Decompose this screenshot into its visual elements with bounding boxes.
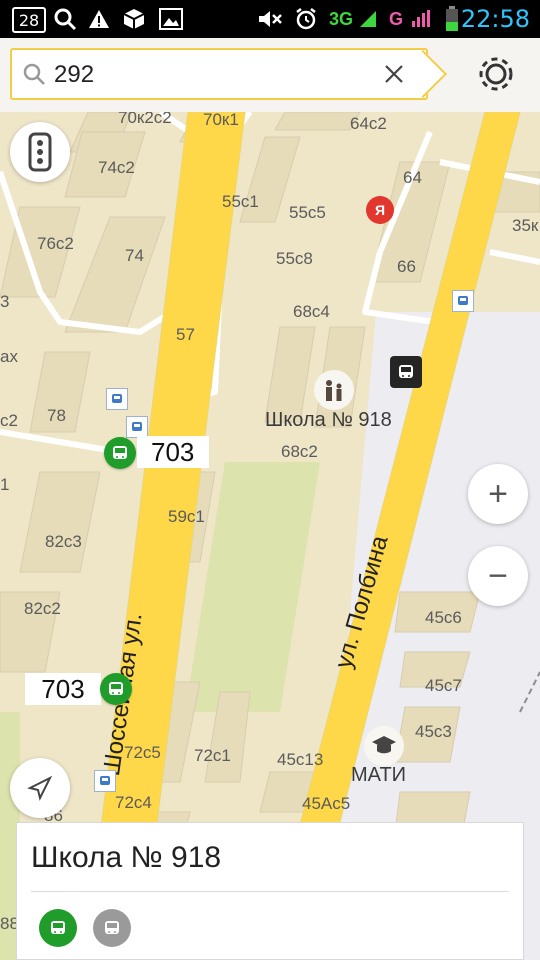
map-label: 55с1 <box>222 192 259 211</box>
map-label: 64 <box>403 168 422 187</box>
top-bar <box>0 38 540 113</box>
map-label: 78 <box>47 406 66 425</box>
traffic-light-icon <box>28 132 52 172</box>
traffic-layer-button[interactable] <box>10 122 70 182</box>
divider <box>31 891 509 892</box>
school-label: Школа № 918 <box>265 409 392 431</box>
map-label: 68с2 <box>281 442 318 461</box>
map-label: 72с4 <box>115 793 152 812</box>
bus-stop-icon[interactable] <box>390 356 422 388</box>
gear-icon <box>479 57 513 91</box>
school-icon[interactable] <box>314 370 354 410</box>
map-label: 70к2с2 <box>118 112 172 127</box>
bus-stop-marker[interactable] <box>106 388 128 410</box>
network-type-label: 3G <box>328 8 353 29</box>
map-label: ах <box>0 347 18 366</box>
map-label: 57 <box>176 325 195 344</box>
plus-icon: + <box>488 474 508 513</box>
mute-icon <box>256 0 284 38</box>
signal-strength-icon <box>357 0 379 38</box>
map-label: 64с2 <box>350 114 387 133</box>
settings-button[interactable] <box>476 54 516 94</box>
yandex-marker-icon[interactable]: Я <box>366 196 394 224</box>
notification-badge: 28 <box>12 7 46 33</box>
status-bar: 28 3G G 22:58 <box>0 0 540 38</box>
map-label: 82с2 <box>24 599 61 618</box>
location-arrow-icon <box>27 775 53 801</box>
map-label: 70к1 <box>203 112 239 129</box>
minus-icon: − <box>488 556 508 595</box>
map-label: 55с5 <box>289 203 326 222</box>
trolleybus-stop-icon[interactable] <box>100 673 132 705</box>
map-label: 72с1 <box>194 746 231 765</box>
map-label: 74 <box>125 246 144 265</box>
bus-stop-marker[interactable] <box>126 416 148 438</box>
locate-me-button[interactable] <box>10 758 70 818</box>
map-label: 55с8 <box>276 249 313 268</box>
carrier-label: G <box>388 8 403 29</box>
image-icon <box>157 0 185 38</box>
map-label: 66 <box>397 257 416 276</box>
search-input[interactable] <box>52 56 376 94</box>
zoom-in-button[interactable]: + <box>468 464 528 524</box>
battery-icon <box>441 0 463 38</box>
route-label[interactable]: 703 <box>25 673 101 705</box>
map-label: 59с1 <box>168 507 205 526</box>
search-box[interactable] <box>10 48 428 100</box>
trolleybus-mode-icon[interactable] <box>39 909 77 947</box>
search-icon <box>50 0 80 38</box>
search-icon <box>22 62 46 91</box>
zoom-out-button[interactable]: − <box>468 546 528 606</box>
package-icon <box>120 0 148 38</box>
institute-label: МАТИ <box>351 764 407 786</box>
clear-search-icon[interactable] <box>382 62 406 91</box>
alarm-icon <box>292 0 320 38</box>
map-label: 45с3 <box>415 722 452 741</box>
map-label: 45с7 <box>425 676 462 695</box>
university-icon[interactable] <box>364 726 404 766</box>
map-label: 45с13 <box>277 750 324 769</box>
map-label: 45Ас5 <box>302 794 351 813</box>
place-title: Школа № 918 <box>31 841 222 874</box>
map-label: 68с4 <box>293 302 330 321</box>
map-label: с2 <box>0 411 18 430</box>
yandex-marker-letter: Я <box>374 202 386 218</box>
route-label[interactable]: 703 <box>137 436 209 468</box>
clock: 22:58 <box>460 5 530 33</box>
bus-mode-icon[interactable] <box>93 909 131 947</box>
bus-stop-marker[interactable] <box>94 770 116 792</box>
map-label: 1 <box>0 475 10 494</box>
map-label: 74с2 <box>98 158 135 177</box>
map-label: 45с6 <box>425 608 462 627</box>
map-label: 35к <box>512 216 539 235</box>
warning-icon <box>86 0 112 38</box>
map-label: 82с3 <box>45 532 82 551</box>
map-label: 76с2 <box>37 234 74 253</box>
place-info-card[interactable]: Школа № 918 <box>16 822 524 960</box>
bus-stop-marker[interactable] <box>452 290 474 312</box>
trolleybus-stop-icon[interactable] <box>104 437 136 469</box>
map-label: 3 <box>0 292 10 311</box>
signal-strength-icon-2 <box>408 0 434 38</box>
